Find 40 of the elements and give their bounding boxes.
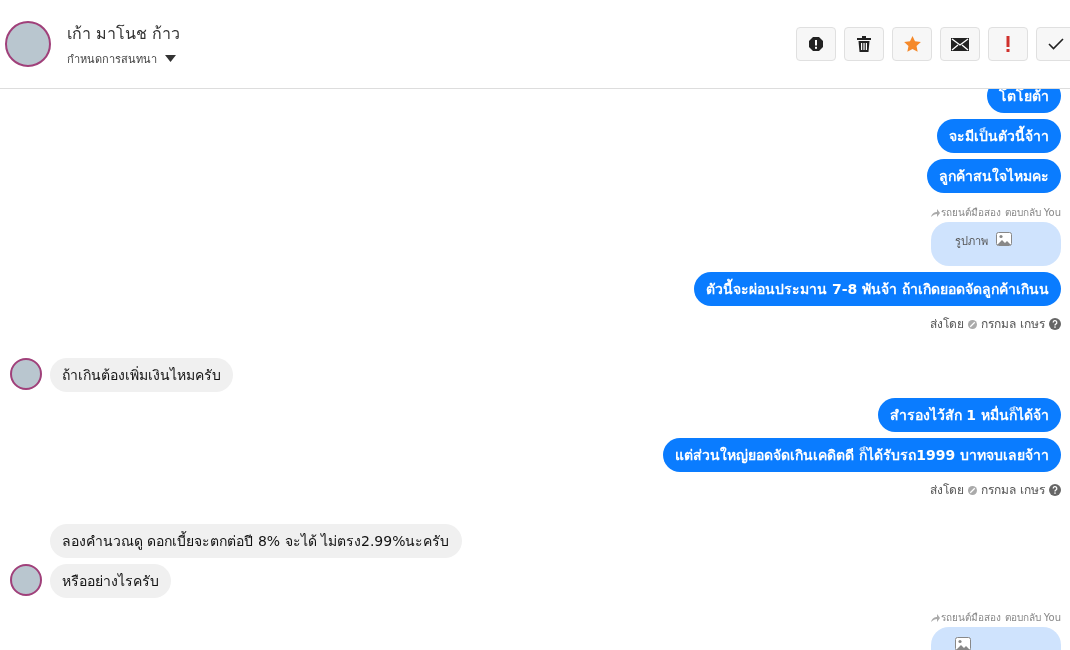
trash-button[interactable] — [844, 27, 884, 61]
image-message[interactable]: รูปภาพ — [931, 222, 1061, 266]
conversation-settings-link[interactable]: กำหนดการสนทนา — [67, 49, 157, 68]
reply-arrow-icon — [931, 208, 941, 217]
sender-name: กรกมล เกษร — [981, 483, 1045, 497]
message-bubble: หรืออย่างไรครับ — [50, 564, 171, 598]
message-bubble: สำรองไว้สัก 1 หมื่นก็ได้จ้า — [877, 398, 1061, 432]
alert-button[interactable] — [796, 27, 836, 61]
help-icon[interactable] — [1049, 484, 1061, 496]
star-button[interactable] — [892, 27, 932, 61]
star-icon — [903, 36, 921, 52]
profile-photo — [5, 21, 51, 67]
exclaim-button[interactable] — [988, 27, 1028, 61]
help-icon[interactable] — [1049, 318, 1061, 330]
sent-by-label: ส่งโดย — [930, 317, 965, 331]
contact-name: เก้า มาโนช ก้าว — [67, 22, 181, 45]
message-bubble: จะมีเป็นตัวนี้จ้าา — [937, 119, 1061, 153]
image-icon — [996, 232, 1012, 246]
trash-icon — [857, 36, 871, 52]
message-bubble: โตโยต้า — [987, 89, 1061, 113]
message-bubble: ลูกค้าสนใจไหมคะ — [927, 159, 1061, 193]
envelope-icon — [951, 37, 969, 51]
blocked-icon — [968, 319, 978, 329]
exclamation-icon — [1006, 36, 1010, 52]
check-icon — [1048, 38, 1064, 50]
sender-name: กรกมล เกษร — [981, 317, 1045, 331]
message-bubble: ตัวนี้จะผ่อนประมาน 7-8 พันจ้า ถ้าเกิดยอดจัดลูกค้าเกินน — [694, 272, 1061, 306]
reply-label: รถยนต์มือสอง ตอบกลับ You — [941, 611, 1061, 624]
caret-icon[interactable] — [165, 55, 176, 62]
blocked-icon — [968, 485, 978, 495]
mail-button[interactable] — [940, 27, 980, 61]
message-bubble: ลองคำนวณดู ดอกเบี้ยจะตกต่อปี 8% จะได้ ไม่ตรง2.99%นะครับ — [50, 524, 462, 558]
alert-icon — [808, 36, 824, 52]
reply-label: รถยนต์มือสอง ตอบกลับ You — [941, 206, 1061, 219]
message-bubble: ถ้าเกินต้องเพิ่มเงินไหมครับ — [50, 358, 233, 392]
check-button[interactable] — [1036, 27, 1070, 61]
sent-by-label: ส่งโดย — [930, 483, 965, 497]
image-icon — [955, 637, 971, 650]
message-bubble: แต่ส่วนใหญ่ยอดจัดเกินเคดิตดี ก็ได้รับรถ1999 บาทจบเลยจ้าา — [663, 438, 1061, 472]
reply-arrow-icon — [931, 613, 941, 622]
